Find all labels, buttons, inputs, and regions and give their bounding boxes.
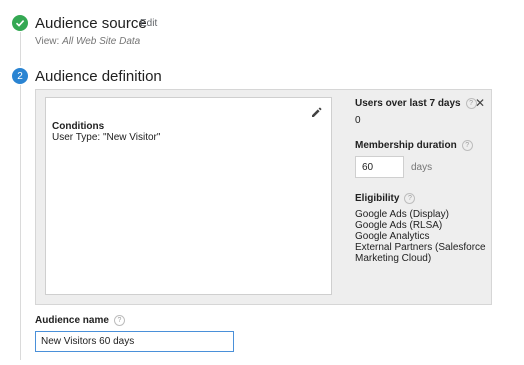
list-item: Google Ads (Display) — [355, 209, 449, 220]
membership-label-text: Membership duration — [355, 140, 457, 152]
step-number-badge: 2 — [12, 68, 28, 84]
steps-rail-top — [20, 32, 21, 66]
step-title-audience-source: Audience source — [35, 15, 147, 32]
conditions-title: Conditions — [52, 121, 105, 132]
list-item: External Partners (Salesforce — [355, 242, 486, 253]
help-icon[interactable]: ? — [404, 193, 416, 204]
membership-unit: days — [411, 162, 433, 173]
check-icon — [12, 15, 28, 31]
audience-name-input[interactable] — [35, 331, 234, 352]
membership-label: Membership duration? — [355, 140, 473, 151]
audience-name-label: Audience name? — [35, 315, 125, 326]
close-icon[interactable]: ✕ — [475, 96, 485, 110]
conditions-text: User Type: "New Visitor" — [52, 132, 161, 143]
view-name: All Web Site Data — [62, 36, 141, 47]
pencil-icon[interactable] — [310, 106, 323, 119]
eligibility-list: Google Ads (Display) Google Ads (RLSA) G… — [355, 209, 486, 264]
list-item: Marketing Cloud) — [355, 253, 432, 264]
users-label-text: Users over last 7 days — [355, 98, 461, 110]
steps-rail-bottom — [20, 85, 21, 360]
help-icon[interactable]: ? — [113, 315, 125, 326]
help-icon[interactable]: ? — [461, 140, 473, 151]
eligibility-label-text: Eligibility — [355, 193, 400, 205]
edit-link[interactable]: Edit — [140, 18, 157, 29]
view-prefix: View: — [35, 36, 60, 47]
users-label: Users over last 7 days? — [355, 98, 477, 109]
step-title-audience-definition: Audience definition — [35, 68, 162, 85]
membership-duration-input[interactable] — [355, 156, 404, 178]
list-item: Google Ads (RLSA) — [355, 220, 443, 231]
view-info: View: All Web Site Data — [35, 36, 140, 47]
audience-name-label-text: Audience name — [35, 315, 109, 327]
list-item: Google Analytics — [355, 231, 430, 242]
users-value: 0 — [355, 115, 361, 126]
eligibility-label: Eligibility? — [355, 193, 416, 205]
